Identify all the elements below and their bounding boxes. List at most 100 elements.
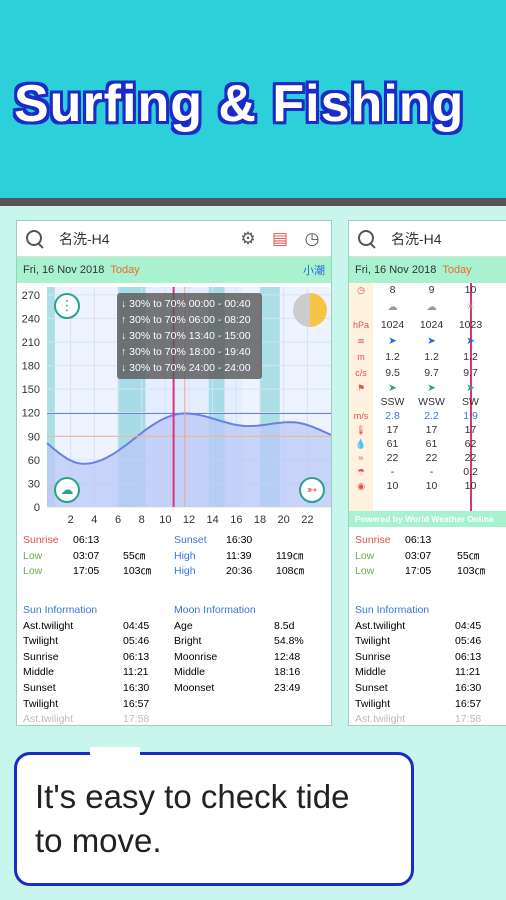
wave-height-value: 1.2 xyxy=(463,351,478,363)
info-row: Sunset 16:30 xyxy=(355,681,485,697)
sun-value: 17:58 xyxy=(455,713,482,726)
hour-value: 9 xyxy=(428,284,435,296)
tide-time: 11:39 xyxy=(226,549,252,562)
wave-period-value: 9.5 xyxy=(385,367,400,379)
sun-info-title: Sun Information xyxy=(23,604,98,616)
sun-label: Ast.twilight xyxy=(23,619,74,632)
tide-time: 17:05 xyxy=(405,565,432,578)
tide-height xyxy=(276,533,324,549)
temperature-value: 17 xyxy=(425,424,438,436)
weather-row-temperature: 🌡 17 17 17 xyxy=(349,423,506,437)
weather-row-wind-speed: m/s 2.8 2.2 1.9 xyxy=(349,409,506,423)
precipitation-icon: ☂ xyxy=(356,466,366,477)
temperature-value: 17 xyxy=(464,424,477,436)
pressure-value: 1023 xyxy=(458,319,483,331)
date-label[interactable]: Fri, 16 Nov 2018 xyxy=(23,264,104,276)
sun-label: Sunrise xyxy=(355,650,391,663)
sun-value: 11:21 xyxy=(123,666,149,679)
fish-icon[interactable]: ➳ xyxy=(299,477,325,503)
tide-time: 17:05 xyxy=(73,565,100,578)
sun-label: Ast.twilight xyxy=(23,713,74,726)
weather-row-swell-direction: ≋ ➤ ➤ ➤ xyxy=(349,333,506,349)
more-menu-icon[interactable]: ⋮ xyxy=(54,293,80,319)
weather-symbol-value: ☁ xyxy=(426,301,437,313)
tide-info-section-2: Sunrise 06:13 Low 03:07 55㎝ Low 17:05 103㎝ Sun … xyxy=(349,527,506,726)
tide-chart[interactable]: 270 240 210 180 150 120 90 60 30 0 2 4 6 8 10 12 14 16 18 2… xyxy=(17,283,331,527)
tide-height: 108㎝ xyxy=(276,565,305,578)
tide-card-main: 名洗-H4 ⚙ ▤ ◷ Fri, 16 Nov 2018 Today 小潮 27… xyxy=(16,220,332,726)
weather-row-visibility: ◉ 10 10 10 xyxy=(349,479,506,493)
weather-toggle-icon[interactable]: ☁ xyxy=(54,477,80,503)
sea-temperature-value: 22 xyxy=(464,452,477,464)
tide-time: 03:07 xyxy=(405,549,432,562)
sun-value: 06:13 xyxy=(455,650,482,663)
location-name-2[interactable]: 名洗-H4 xyxy=(391,229,506,249)
gear-icon[interactable]: ⚙ xyxy=(237,228,259,250)
wind-speed-value: 1.9 xyxy=(463,410,478,422)
history-icon[interactable]: ◷ xyxy=(301,228,323,250)
tide-type-label: 小潮 xyxy=(303,265,325,277)
info-row: Age 8.5d xyxy=(174,619,326,635)
today-label-2[interactable]: Today xyxy=(442,264,506,276)
tide-label: High xyxy=(174,549,196,562)
callout-text: It's easy to check tide to move. xyxy=(35,775,349,863)
search-icon[interactable] xyxy=(357,229,377,249)
info-row: Twilight 16:57 xyxy=(23,697,171,713)
info-row: Sunset 16:30 xyxy=(23,681,171,697)
sun-value: 16:57 xyxy=(123,697,150,710)
weather-row-precipitation: ☂ - - 0.2 xyxy=(349,465,506,479)
x-tick-label: 8 xyxy=(139,514,145,526)
date-label-2[interactable]: Fri, 16 Nov 2018 xyxy=(355,264,436,276)
moon-info: Moon Information Age 8.5d Bright 54.8% Moonr… xyxy=(174,603,326,697)
tide-list-left-2: Sunrise 06:13 Low 03:07 55㎝ Low 17:05 103㎝ xyxy=(355,533,506,580)
today-label[interactable]: Today xyxy=(110,264,303,276)
sun-label: Twilight xyxy=(355,635,391,648)
weather-row-weather-symbol: ☁ ☁ ☀ xyxy=(349,297,506,317)
sun-value: 11:21 xyxy=(455,666,481,679)
sun-info: Sun Information Ast.twilight 04:45 Twiligh… xyxy=(23,603,171,726)
x-tick-label: 12 xyxy=(183,514,195,526)
info-row: High 11:39 119㎝ xyxy=(174,549,324,565)
tide-time: 06:13 xyxy=(73,534,100,546)
temperature-icon: 🌡 xyxy=(355,424,367,435)
weather-table[interactable]: ◷ 8 9 10 ☁ ☁ ☀ hPa 1024 1024 1023 ≋ ➤ ➤ ➤ m 1.2 1.2 1.2 c/s… xyxy=(349,283,506,527)
sun-value: 04:45 xyxy=(123,619,150,632)
callout-line-1: It's easy to check tide xyxy=(35,778,350,815)
sun-label: Middle xyxy=(23,666,54,679)
fishing-window-item: ↑ 30% to 70% 06:00 - 08:20 xyxy=(121,314,251,326)
x-tick-label: 2 xyxy=(68,514,74,526)
tide-label: Low xyxy=(355,549,375,562)
search-icon[interactable] xyxy=(25,229,45,249)
weather-row-pressure: hPa 1024 1024 1023 xyxy=(349,317,506,333)
calendar-icon[interactable]: ▤ xyxy=(269,228,291,250)
swell-direction-value: ➤ xyxy=(427,335,436,347)
wind-speed-value: 2.2 xyxy=(424,410,439,422)
sun-label: Twilight xyxy=(355,697,391,710)
wind-arrow-icon: ⚑ xyxy=(356,382,366,393)
sun-value: 16:30 xyxy=(123,681,150,694)
moon-label: Middle xyxy=(174,666,205,679)
tide-label: Low xyxy=(355,565,375,578)
sun-value: 06:13 xyxy=(123,650,150,663)
callout-box: It's easy to check tide to move. xyxy=(14,752,414,886)
location-name[interactable]: 名洗-H4 xyxy=(59,229,227,249)
wind-direction-value: SW xyxy=(462,396,479,408)
weather-row-hour: ◷ 8 9 10 xyxy=(349,283,506,297)
visibility-value: 10 xyxy=(425,480,438,492)
powered-by: Powered by World Weather Online xyxy=(349,511,506,527)
wave-height-value: 1.2 xyxy=(424,351,439,363)
sun-label: Ast.twilight xyxy=(355,713,406,726)
tide-time: 16:30 xyxy=(226,534,253,546)
tide-height: 119㎝ xyxy=(276,549,304,562)
x-tick-label: 18 xyxy=(254,514,266,526)
info-row: Middle 18:16 xyxy=(174,665,326,681)
banner-divider xyxy=(0,198,506,206)
wind-direction-value: WSW xyxy=(418,396,445,408)
moon-value: 18:16 xyxy=(274,666,301,679)
tide-info-section: Sunrise 06:13 Low 03:07 55㎝ Low 17:05 103㎝ Suns… xyxy=(17,527,331,726)
info-row: Middle 11:21 xyxy=(23,665,171,681)
humidity-value: 62 xyxy=(464,438,477,450)
info-row: Twilight 05:46 xyxy=(23,634,171,650)
weather-row-wind-direction: SSW WSW SW xyxy=(349,395,506,409)
info-row: Bright 54.8% xyxy=(174,634,326,650)
